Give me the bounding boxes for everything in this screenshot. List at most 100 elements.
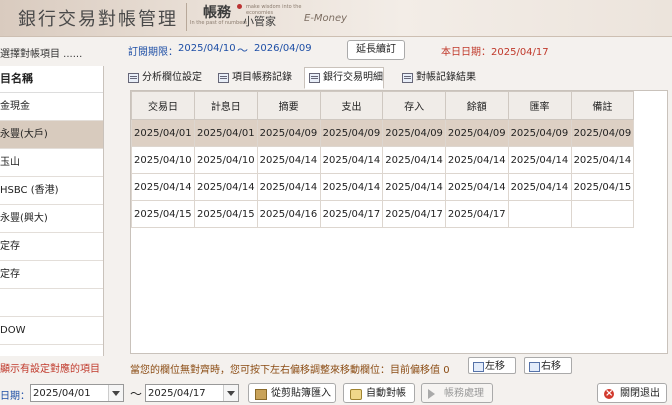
account-item-selected[interactable]: 永豐(大戶) (0, 121, 103, 149)
brand-dot-icon (237, 4, 242, 9)
transactions-grid-panel: 交易日 計息日 摘要 支出 存入 餘額 匯率 備註 2025/04/01 202… (130, 90, 668, 354)
transactions-grid: 交易日 計息日 摘要 支出 存入 餘額 匯率 備註 2025/04/01 202… (131, 91, 635, 228)
start-date-picker[interactable]: 2025/04/01 (30, 384, 124, 402)
arrow-left-icon (473, 362, 484, 372)
grid-cell[interactable]: 2025/04/10 (131, 146, 195, 174)
app-header: 銀行交易對帳管理 帳務 make wisdom into the economi… (0, 0, 672, 37)
grid-icon (402, 73, 413, 83)
account-item[interactable]: 金現金 (0, 93, 103, 121)
account-item[interactable] (0, 345, 103, 356)
grid-cell[interactable]: 2025/04/14 (444, 146, 509, 174)
tab-item-records[interactable]: 項目帳務記錄 (214, 68, 292, 87)
shift-left-label: 左移 (485, 361, 505, 372)
import-clipboard-button[interactable]: 從剪貼簿匯入 (248, 383, 336, 403)
grid-cell[interactable]: 2025/04/14 (570, 146, 635, 174)
column-header[interactable]: 計息日 (194, 91, 258, 120)
column-header[interactable]: 餘額 (444, 91, 509, 120)
grid-cell[interactable]: 2025/04/09 (507, 119, 572, 147)
grid-cell[interactable]: 2025/04/14 (256, 146, 321, 174)
auto-reconcile-button[interactable]: 自動對帳 (343, 383, 415, 403)
column-header[interactable]: 存入 (382, 91, 446, 120)
grid-cell[interactable]: 2025/04/14 (444, 173, 509, 201)
table-row[interactable]: 2025/04/10 2025/04/10 2025/04/14 2025/04… (131, 146, 635, 174)
account-item[interactable]: HSBC (香港) (0, 177, 103, 205)
grid-icon (218, 73, 229, 83)
shift-left-button[interactable]: 左移 (468, 357, 516, 374)
grid-cell[interactable]: 2025/04/17 (444, 200, 509, 228)
tab-label: 項目帳務記錄 (232, 72, 292, 83)
grid-cell[interactable]: 2025/04/14 (319, 173, 384, 201)
grid-cell[interactable]: 2025/04/17 (319, 200, 384, 228)
column-header[interactable]: 交易日 (131, 91, 195, 120)
account-item[interactable]: 玉山 (0, 149, 103, 177)
start-date-value: 2025/04/01 (33, 388, 91, 399)
top-bar: 選擇對帳項目 ...... 訂閱期限： 2025/04/10 ～ 2026/04… (0, 36, 672, 62)
grid-cell[interactable]: 2025/04/14 (319, 146, 384, 174)
close-icon (604, 384, 614, 404)
chevron-down-icon[interactable] (108, 385, 123, 401)
account-item[interactable]: 定存 (0, 233, 103, 261)
grid-icon (128, 73, 139, 83)
grid-cell[interactable]: 2025/04/14 (507, 146, 572, 174)
close-exit-button[interactable]: 關閉退出 (597, 383, 667, 404)
table-row-selected[interactable]: 2025/04/01 2025/04/01 2025/04/09 2025/04… (131, 119, 635, 147)
app-title: 銀行交易對帳管理 (18, 9, 178, 30)
table-row[interactable]: 2025/04/15 2025/04/15 2025/04/16 2025/04… (131, 200, 635, 228)
grid-icon (309, 73, 320, 83)
grid-cell[interactable]: 2025/04/14 (194, 173, 258, 201)
grid-cell[interactable]: 2025/04/14 (131, 173, 195, 201)
grid-cell[interactable]: 2025/04/15 (570, 173, 635, 201)
grid-cell[interactable]: 2025/04/14 (507, 173, 572, 201)
grid-cell[interactable]: 2025/04/10 (194, 146, 258, 174)
account-item[interactable]: 定存 (0, 261, 103, 289)
tab-reconcile-results[interactable]: 對帳記錄結果 (398, 68, 476, 87)
grid-cell[interactable]: 2025/04/09 (382, 119, 446, 147)
subscription-end: 2026/04/09 (254, 43, 312, 54)
column-header[interactable]: 匯率 (507, 91, 572, 120)
column-header[interactable]: 支出 (319, 91, 384, 120)
arrow-right-icon (529, 362, 540, 372)
grid-cell[interactable]: 2025/04/09 (256, 119, 321, 147)
grid-cell[interactable]: 2025/04/16 (256, 200, 321, 228)
grid-cell[interactable]: 2025/04/09 (570, 119, 635, 147)
grid-cell[interactable]: 2025/04/15 (131, 200, 195, 228)
mapped-items-note: 顯示有設定對應的項目 (0, 364, 100, 375)
grid-cell[interactable] (570, 200, 635, 228)
end-date-value: 2025/04/17 (148, 388, 206, 399)
renew-button[interactable]: 延長續訂 (347, 40, 405, 60)
grid-cell[interactable] (507, 200, 572, 228)
account-item[interactable]: DOW (0, 317, 103, 345)
column-header[interactable]: 備註 (570, 91, 635, 120)
offset-bar: 當您的欄位無對齊時，您可按下左右偏移調整來移動欄位：目前偏移值 0 左移 右移 (130, 356, 670, 378)
grid-cell[interactable]: 2025/04/14 (382, 173, 446, 201)
bottom-bar: 日期： 2025/04/01 ～ 2025/04/17 從剪貼簿匯入 自動對帳 … (0, 382, 672, 405)
grid-cell[interactable]: 2025/04/15 (194, 200, 258, 228)
subscription-start: 2025/04/10 (178, 43, 236, 54)
shift-right-button[interactable]: 右移 (524, 357, 572, 374)
brand-separator (186, 3, 187, 31)
chevron-down-icon[interactable] (223, 385, 238, 401)
account-item[interactable] (0, 289, 103, 317)
grid-cell[interactable]: 2025/04/01 (194, 119, 258, 147)
end-date-picker[interactable]: 2025/04/17 (145, 384, 239, 402)
brand-en: E-Money (304, 13, 348, 24)
play-icon (428, 389, 435, 399)
process-accounts-label: 帳務處理 (444, 388, 484, 399)
column-header[interactable]: 摘要 (256, 91, 321, 120)
tab-field-settings[interactable]: 分析欄位設定 (124, 68, 202, 87)
process-accounts-button[interactable]: 帳務處理 (421, 383, 493, 403)
grid-cell[interactable]: 2025/04/09 (319, 119, 384, 147)
brand-small-text: In the past of numbers (190, 20, 247, 26)
account-item[interactable]: 永豐(興大) (0, 205, 103, 233)
shift-right-label: 右移 (541, 361, 561, 372)
tab-bank-transactions[interactable]: 銀行交易明細 (304, 67, 384, 89)
grid-cell[interactable]: 2025/04/14 (382, 146, 446, 174)
brand-main: 帳務 (203, 5, 231, 21)
grid-cell[interactable]: 2025/04/09 (444, 119, 509, 147)
date-range-tilde: ～ (130, 387, 143, 401)
offset-value: 0 (443, 365, 450, 376)
grid-cell[interactable]: 2025/04/01 (131, 119, 195, 147)
grid-cell[interactable]: 2025/04/17 (382, 200, 446, 228)
grid-cell[interactable]: 2025/04/14 (256, 173, 321, 201)
table-row[interactable]: 2025/04/14 2025/04/14 2025/04/14 2025/04… (131, 173, 635, 201)
